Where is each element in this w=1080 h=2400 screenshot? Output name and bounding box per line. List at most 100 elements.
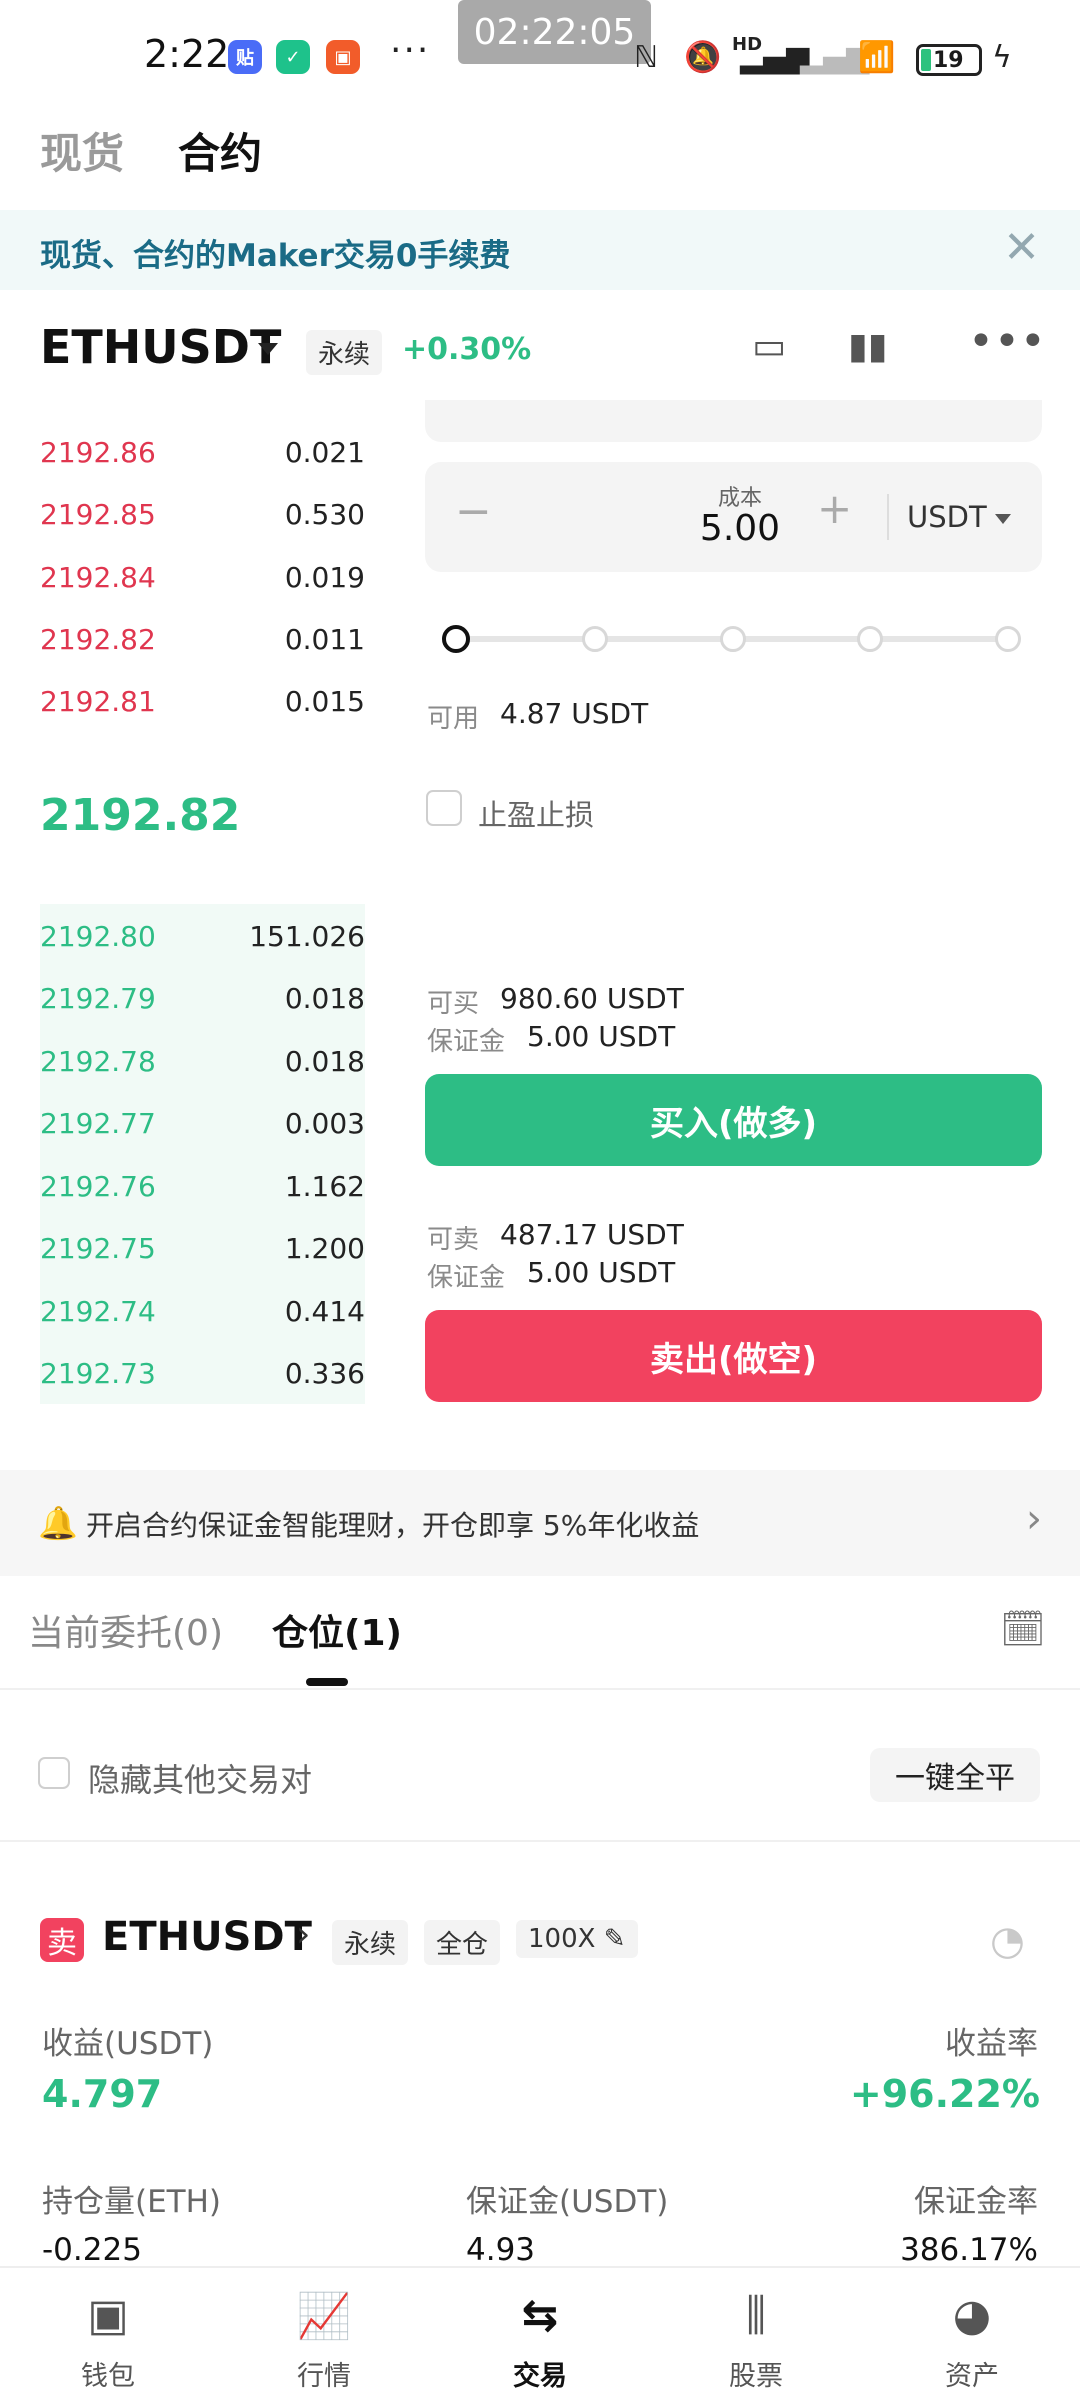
chart-icon: 📈 bbox=[296, 2291, 352, 2342]
pie-chart-icon: ◕ bbox=[952, 2290, 992, 2341]
pnl-label: 收益(USDT) bbox=[42, 2026, 214, 2062]
wallet-icon: ▣ bbox=[87, 2290, 129, 2341]
last-price[interactable]: 2192.82 bbox=[40, 790, 240, 841]
cost-input[interactable]: − 成本 5.00 + USDT bbox=[425, 462, 1042, 572]
share-icon[interactable]: ◔ bbox=[990, 1918, 1025, 1964]
increase-button[interactable]: + bbox=[817, 484, 852, 533]
more-icon[interactable]: ••• bbox=[968, 316, 1046, 367]
tpsl-label[interactable]: 止盈止损 bbox=[478, 792, 594, 834]
price-input-box[interactable] bbox=[425, 400, 1042, 442]
bid-row[interactable]: 2192.77 0.003 bbox=[40, 1091, 365, 1153]
nav-trade[interactable]: ⇆ 交易 bbox=[432, 2268, 648, 2400]
history-icon[interactable]: 🗓 bbox=[1000, 1608, 1046, 1650]
bid-row[interactable]: 2192.73 0.336 bbox=[40, 1341, 365, 1403]
can-buy-value: 980.60 USDT bbox=[500, 982, 684, 1015]
available-label: 可用 bbox=[427, 704, 480, 734]
buy-margin-label: 保证金 bbox=[427, 1027, 506, 1057]
chevron-right-icon[interactable]: › bbox=[296, 1914, 310, 1955]
tab-futures[interactable]: 合约 bbox=[178, 120, 262, 181]
bid-row[interactable]: 2192.74 0.414 bbox=[40, 1279, 365, 1341]
ask-row[interactable]: 2192.82 0.011 bbox=[40, 607, 365, 669]
ask-row[interactable]: 2192.85 0.530 bbox=[40, 482, 365, 544]
tab-open-orders[interactable]: 当前委托(0) bbox=[28, 1604, 223, 1656]
perpetual-tag: 永续 bbox=[306, 330, 383, 375]
tab-spot[interactable]: 现货 bbox=[40, 120, 124, 181]
ask-row[interactable]: 2192.86 0.021 bbox=[40, 420, 365, 482]
roe-value: +96.22% bbox=[849, 2072, 1040, 2116]
close-icon[interactable]: ✕ bbox=[1003, 222, 1040, 273]
nav-stocks[interactable]: ⫼ 股票 bbox=[648, 2268, 864, 2400]
buy-margin-value: 5.00 USDT bbox=[527, 1020, 676, 1053]
nav-markets[interactable]: 📈 行情 bbox=[216, 2268, 432, 2400]
promo-strip[interactable]: 🔔 开启合约保证金智能理财，开仓即享 5%年化收益 › bbox=[0, 1470, 1080, 1576]
bid-row[interactable]: 2192.75 1.200 bbox=[40, 1216, 365, 1278]
margin-label: 保证金(USDT) bbox=[466, 2184, 669, 2220]
bid-row[interactable]: 2192.79 0.018 bbox=[40, 966, 365, 1028]
size-label: 持仓量(ETH) bbox=[42, 2184, 222, 2220]
battery-icon: 19 bbox=[916, 44, 982, 76]
divider bbox=[0, 1688, 1080, 1690]
cross-margin-tag: 全仓 bbox=[424, 1920, 501, 1965]
chevron-down-icon[interactable] bbox=[995, 514, 1011, 524]
close-all-button[interactable]: 一键全平 bbox=[870, 1748, 1040, 1802]
symbol-selector[interactable]: ETHUSDT bbox=[40, 320, 281, 374]
slider-step[interactable] bbox=[582, 626, 608, 652]
bid-row[interactable]: 2192.78 0.018 bbox=[40, 1029, 365, 1091]
sell-side-badge: 卖 bbox=[40, 1918, 84, 1962]
notification-app-icon: 贴 bbox=[228, 40, 262, 74]
margin-ratio-label: 保证金率 bbox=[914, 2184, 1038, 2220]
divider bbox=[887, 494, 889, 540]
slider-step[interactable] bbox=[857, 626, 883, 652]
charging-icon: ϟ bbox=[992, 40, 1012, 75]
price-change: +0.30% bbox=[402, 332, 532, 367]
leverage-tag[interactable]: 100X ✎ bbox=[516, 1920, 638, 1958]
sell-margin-value: 5.00 USDT bbox=[527, 1256, 676, 1289]
slider-step[interactable] bbox=[995, 626, 1021, 652]
fee-banner[interactable]: 现货、合约的Maker交易0手续费 ✕ bbox=[0, 210, 1080, 290]
can-sell-value: 487.17 USDT bbox=[500, 1218, 684, 1251]
nav-assets[interactable]: ◕ 资产 bbox=[864, 2268, 1080, 2400]
bid-row[interactable]: 2192.76 1.162 bbox=[40, 1154, 365, 1216]
video-app-icon: ▣ bbox=[326, 40, 360, 74]
more-notifications-icon: ··· bbox=[390, 30, 431, 71]
size-value: -0.225 bbox=[42, 2232, 142, 2268]
tab-positions[interactable]: 仓位(1) bbox=[272, 1604, 402, 1656]
signal-icon: ▂▄▆ bbox=[740, 40, 810, 75]
unit-selector[interactable]: USDT bbox=[907, 500, 987, 534]
nav-wallet[interactable]: ▣ 钱包 bbox=[0, 2268, 216, 2400]
chevron-down-icon[interactable] bbox=[258, 343, 278, 355]
pnl-value: 4.797 bbox=[42, 2072, 163, 2116]
wifi-icon: 📶 bbox=[858, 40, 896, 75]
bottom-nav: ▣ 钱包 📈 行情 ⇆ 交易 ⫼ 股票 ◕ 资产 bbox=[0, 2266, 1080, 2400]
swap-icon: ⇆ bbox=[521, 2290, 559, 2341]
bell-icon: 🔔 bbox=[38, 1504, 78, 1542]
margin-ratio-value: 386.17% bbox=[900, 2232, 1038, 2268]
nfc-icon: ℕ bbox=[634, 40, 659, 75]
sell-short-button[interactable]: 卖出(做空) bbox=[425, 1310, 1042, 1402]
tpsl-checkbox[interactable] bbox=[426, 790, 462, 826]
screen-record-clock: 02:22:05 bbox=[458, 0, 651, 64]
bid-row[interactable]: 2192.80 151.026 bbox=[40, 904, 365, 966]
sell-margin-label: 保证金 bbox=[427, 1263, 506, 1293]
slider-step[interactable] bbox=[720, 626, 746, 652]
mute-icon: 🔕 bbox=[684, 40, 722, 75]
hide-pairs-label[interactable]: 隐藏其他交易对 bbox=[88, 1755, 312, 1801]
banner-text: 现货、合约的Maker交易0手续费 bbox=[40, 238, 511, 274]
available-value: 4.87 USDT bbox=[500, 697, 649, 730]
ticket-icon[interactable]: ▭ bbox=[752, 326, 786, 367]
buy-long-button[interactable]: 买入(做多) bbox=[425, 1074, 1042, 1166]
ask-row[interactable]: 2192.81 0.015 bbox=[40, 669, 365, 731]
roe-label: 收益率 bbox=[945, 2026, 1038, 2062]
slider-knob[interactable] bbox=[442, 625, 470, 653]
position-symbol[interactable]: ETHUSDT bbox=[102, 1914, 312, 1960]
candlestick-icon[interactable]: ▮▮ bbox=[848, 326, 888, 367]
can-sell-label: 可卖 bbox=[427, 1225, 480, 1255]
ask-row[interactable]: 2192.84 0.019 bbox=[40, 545, 365, 607]
shield-app-icon: ✓ bbox=[276, 40, 310, 74]
decrease-button[interactable]: − bbox=[455, 486, 492, 537]
perpetual-tag: 永续 bbox=[332, 1920, 409, 1965]
promo-text: 开启合约保证金智能理财，开仓即享 5%年化收益 bbox=[86, 1509, 700, 1542]
hide-pairs-checkbox[interactable] bbox=[38, 1757, 70, 1789]
chevron-right-icon[interactable]: › bbox=[1026, 1496, 1042, 1542]
edit-icon[interactable]: ✎ bbox=[604, 1924, 626, 1954]
